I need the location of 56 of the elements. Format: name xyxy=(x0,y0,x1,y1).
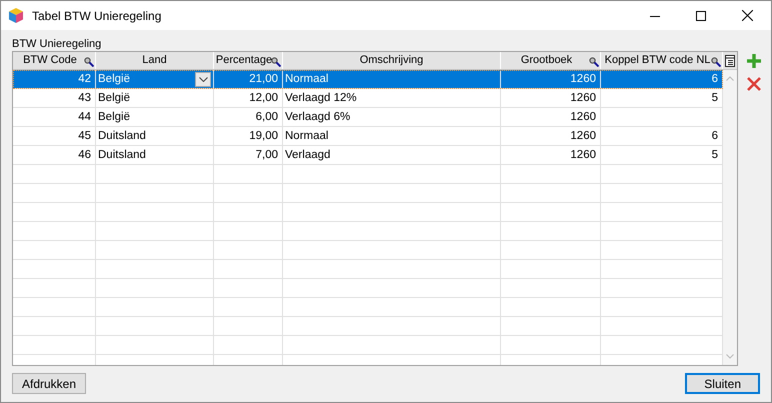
add-icon[interactable] xyxy=(746,53,762,69)
close-button[interactable]: Sluiten xyxy=(685,373,760,394)
print-button[interactable]: Afdrukken xyxy=(12,373,86,394)
table-cell-text: Duitsland xyxy=(98,148,146,163)
table-cell-text: België xyxy=(98,110,130,125)
table-row[interactable]: 43 België 12,00 Verlaagd 12% 1260 5 xyxy=(13,89,723,108)
table-cell-text: 6 xyxy=(712,72,718,87)
column-header[interactable]: Omschrijving xyxy=(283,52,501,69)
search-icon[interactable] xyxy=(589,57,599,67)
table-cell-text: 1260 xyxy=(570,72,596,87)
table-cell-text: Verlaagd 6% xyxy=(285,110,350,125)
table-cell-text: 46 xyxy=(78,148,91,163)
column-header[interactable]: BTW Code xyxy=(13,52,96,69)
search-icon[interactable] xyxy=(84,57,94,67)
table-cell-text: Normaal xyxy=(285,72,328,87)
table-cell-text: 7,00 xyxy=(256,148,278,163)
table-cell-text: 21,00 xyxy=(249,72,278,87)
app-cube-icon xyxy=(8,7,24,24)
table-cell-text: 42 xyxy=(78,72,91,87)
column-header[interactable]: Koppel BTW code NL xyxy=(601,52,723,69)
table-cell-text: 12,00 xyxy=(249,91,278,106)
table-cell-text: 44 xyxy=(78,110,91,125)
delete-icon[interactable] xyxy=(747,77,761,91)
table-cell-text: Verlaagd xyxy=(285,148,330,163)
table-cell-text: 1260 xyxy=(570,129,596,144)
close-icon[interactable] xyxy=(742,10,753,21)
chevron-down-icon xyxy=(198,76,208,82)
table-cell-text: 43 xyxy=(78,91,91,106)
table-cell-text: 6 xyxy=(712,129,718,144)
maximize-icon[interactable] xyxy=(696,10,706,20)
group-label: BTW Unieregeling xyxy=(12,37,102,51)
column-header[interactable]: Land xyxy=(96,52,214,69)
table-cell-text: 5 xyxy=(712,91,718,106)
table-cell-text: 19,00 xyxy=(249,129,278,144)
table-cell-text: Duitsland xyxy=(98,129,146,144)
table-cell-text: Verlaagd 12% xyxy=(285,91,357,106)
search-icon[interactable] xyxy=(711,57,721,67)
column-header[interactable]: Grootboek xyxy=(501,52,601,69)
table-cell-text: België xyxy=(98,72,130,87)
table-cell-text: 5 xyxy=(712,148,718,163)
table-cell-text: Normaal xyxy=(285,129,328,144)
search-icon[interactable] xyxy=(271,57,281,67)
table-cell-text: 45 xyxy=(78,129,91,144)
table-row[interactable]: 46 Duitsland 7,00 Verlaagd 1260 5 xyxy=(13,146,723,165)
table-cell-text: België xyxy=(98,91,130,106)
table-row[interactable]: 44 België 6,00 Verlaagd 6% 1260 xyxy=(13,108,723,127)
column-header[interactable]: Percentage xyxy=(214,52,283,69)
table-row[interactable]: 42 België 21,00 Normaal 1260 6 xyxy=(13,70,723,89)
table-row[interactable]: 45 Duitsland 19,00 Normaal 1260 6 xyxy=(13,127,723,146)
window-title: Tabel BTW Unieregeling xyxy=(32,8,162,22)
dropdown-button[interactable] xyxy=(195,72,211,86)
table-cell-text: 6,00 xyxy=(256,110,278,125)
table-cell-text: 1260 xyxy=(570,91,596,106)
table-cell-text: 1260 xyxy=(570,148,596,163)
table-cell-text: 1260 xyxy=(570,110,596,125)
column-chooser-icon[interactable] xyxy=(725,54,735,66)
